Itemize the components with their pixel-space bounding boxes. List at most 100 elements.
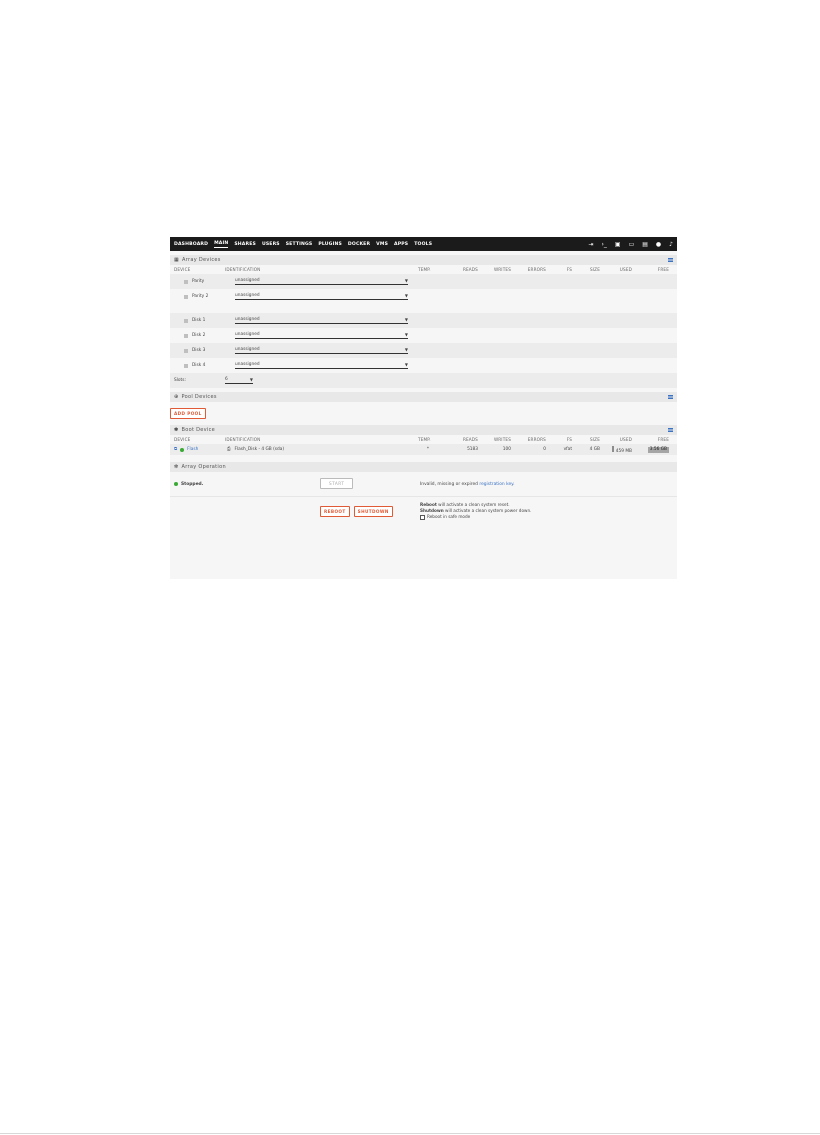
boot-errors: 0 bbox=[543, 447, 546, 452]
col-reads: READS bbox=[462, 267, 478, 272]
device-name: Parity bbox=[192, 279, 205, 284]
col-device: DEVICE bbox=[174, 437, 191, 442]
array-status: Stopped. bbox=[181, 481, 204, 487]
boot-used: 459 MB bbox=[615, 448, 632, 454]
boot-free: 3.56 GB bbox=[647, 446, 669, 453]
terminal-icon[interactable]: ›_ bbox=[601, 241, 606, 248]
shutdown-button[interactable]: SHUTDOWN bbox=[353, 505, 393, 517]
boot-fs: vfat bbox=[563, 447, 572, 452]
nav-settings[interactable]: SETTINGS bbox=[286, 242, 313, 247]
array-devices-header: ▦ Array Devices bbox=[170, 255, 677, 265]
nav-dashboard[interactable]: DASHBOARD bbox=[174, 242, 208, 247]
col-temp: TEMP. bbox=[418, 437, 431, 442]
slots-row: Slots: 6 ▼ bbox=[170, 373, 677, 388]
feedback-icon[interactable]: ▣ bbox=[615, 241, 621, 248]
device-select-disk-3[interactable]: unassigned ▼ bbox=[235, 347, 408, 354]
reboot-button[interactable]: REBOOT bbox=[320, 505, 350, 517]
status-dot-icon bbox=[174, 482, 178, 486]
nav-docker[interactable]: DOCKER bbox=[348, 242, 370, 247]
table-row-parity: Parity unassigned ▼ bbox=[170, 274, 677, 289]
col-identification: IDENTIFICATION bbox=[225, 267, 261, 272]
nav-icon-group: ⇥ ›_ ▣ ▭ ▤ ● ♪ bbox=[588, 241, 673, 248]
row-spacer bbox=[170, 304, 677, 313]
device-select-disk-4[interactable]: unassigned ▼ bbox=[235, 362, 408, 369]
col-used: USED bbox=[619, 267, 632, 272]
status-square-icon bbox=[184, 279, 188, 284]
caret-down-icon: ▼ bbox=[249, 377, 253, 382]
col-fs: FS bbox=[566, 437, 572, 442]
top-navigation: DASHBOARD MAIN SHARES USERS SETTINGS PLU… bbox=[170, 237, 677, 251]
registration-key-link[interactable]: registration key bbox=[479, 482, 513, 487]
boot-device-column-headers: DEVICE IDENTIFICATION TEMP. READS WRITES… bbox=[170, 435, 677, 444]
device-select-disk-1[interactable]: unassigned ▼ bbox=[235, 317, 408, 324]
nav-tools[interactable]: TOOLS bbox=[414, 242, 432, 247]
caret-down-icon: ▼ bbox=[404, 317, 408, 322]
status-square-icon bbox=[184, 348, 188, 353]
logout-icon[interactable]: ⇥ bbox=[588, 241, 593, 248]
add-pool-button[interactable]: ADD POOL bbox=[170, 408, 206, 419]
table-row-disk-2: Disk 2 unassigned ▼ bbox=[170, 328, 677, 343]
view-toggle-icon[interactable] bbox=[668, 395, 673, 399]
status-square-icon bbox=[184, 363, 188, 368]
device-name: Disk 4 bbox=[192, 363, 206, 368]
device-name: Disk 3 bbox=[192, 348, 206, 353]
col-writes: WRITES bbox=[493, 437, 511, 442]
info-icon[interactable]: ▤ bbox=[642, 241, 648, 248]
nav-apps[interactable]: APPS bbox=[394, 242, 408, 247]
col-free: FREE bbox=[657, 437, 669, 442]
device-select-parity-2[interactable]: unassigned ▼ bbox=[235, 293, 408, 300]
caret-down-icon: ▼ bbox=[404, 362, 408, 367]
caret-down-icon: ▼ bbox=[404, 347, 408, 352]
array-operation-header: ✼ Array Operation bbox=[170, 462, 677, 472]
caret-down-icon: ▼ bbox=[404, 332, 408, 337]
col-errors: ERRORS bbox=[527, 267, 546, 272]
status-dot-icon bbox=[180, 447, 185, 452]
gears-icon: ✼ bbox=[174, 464, 179, 470]
nav-main[interactable]: MAIN bbox=[214, 241, 229, 248]
col-errors: ERRORS bbox=[527, 437, 546, 442]
help-icon[interactable]: ● bbox=[656, 241, 661, 248]
device-name: Disk 2 bbox=[192, 333, 206, 338]
slots-select[interactable]: 6 ▼ bbox=[225, 377, 253, 384]
slots-label: Slots: bbox=[174, 378, 186, 383]
safe-mode-checkbox[interactable] bbox=[420, 514, 425, 520]
array-devices-title: Array Devices bbox=[182, 257, 221, 263]
nav-shares[interactable]: SHARES bbox=[234, 242, 256, 247]
boot-size: 4 GB bbox=[589, 447, 600, 452]
nav-vms[interactable]: VMS bbox=[376, 242, 388, 247]
start-button[interactable]: START bbox=[320, 478, 354, 489]
power-notes: Reboot will activate a clean system rese… bbox=[420, 502, 532, 520]
caret-down-icon: ▼ bbox=[404, 293, 408, 298]
add-pool-row: ADD POOL bbox=[170, 402, 677, 419]
device-link-flash[interactable]: Flash bbox=[187, 447, 198, 452]
device-select-disk-2[interactable]: unassigned ▼ bbox=[235, 332, 408, 339]
view-toggle-icon[interactable] bbox=[668, 428, 673, 432]
external-link-icon[interactable]: ⧉ bbox=[174, 447, 177, 452]
table-row-disk-1: Disk 1 unassigned ▼ bbox=[170, 313, 677, 328]
database-icon: ▦ bbox=[174, 257, 180, 263]
col-reads: READS bbox=[462, 437, 478, 442]
col-used: USED bbox=[619, 437, 632, 442]
boot-identification: Flash_Disk - 4 GB (sda) bbox=[234, 447, 285, 452]
nav-users[interactable]: USERS bbox=[262, 242, 280, 247]
view-toggle-icon[interactable] bbox=[668, 258, 673, 262]
start-note: Invalid, missing or expired registration… bbox=[420, 481, 515, 487]
table-row-flash: ⧉ Flash ⎙ Flash_Disk - 4 GB (sda) * 5183… bbox=[170, 444, 677, 455]
device-select-parity[interactable]: unassigned ▼ bbox=[235, 278, 408, 285]
col-size: SIZE bbox=[589, 267, 600, 272]
boot-temp: * bbox=[426, 447, 430, 452]
table-row-disk-3: Disk 3 unassigned ▼ bbox=[170, 343, 677, 358]
col-fs: FS bbox=[566, 267, 572, 272]
boot-writes: 100 bbox=[502, 447, 511, 452]
status-square-icon bbox=[184, 318, 188, 323]
pool-devices-title: Pool Devices bbox=[181, 394, 217, 400]
pool-icon: ⊕ bbox=[174, 394, 179, 400]
status-square-icon bbox=[184, 294, 188, 299]
col-temp: TEMP. bbox=[418, 267, 431, 272]
paw-icon: ✽ bbox=[174, 427, 179, 433]
array-operation-title: Array Operation bbox=[181, 464, 226, 470]
nav-plugins[interactable]: PLUGINS bbox=[318, 242, 342, 247]
unraid-main-page: DASHBOARD MAIN SHARES USERS SETTINGS PLU… bbox=[170, 237, 677, 579]
monitor-icon[interactable]: ▭ bbox=[629, 241, 635, 248]
bell-icon[interactable]: ♪ bbox=[669, 241, 673, 248]
